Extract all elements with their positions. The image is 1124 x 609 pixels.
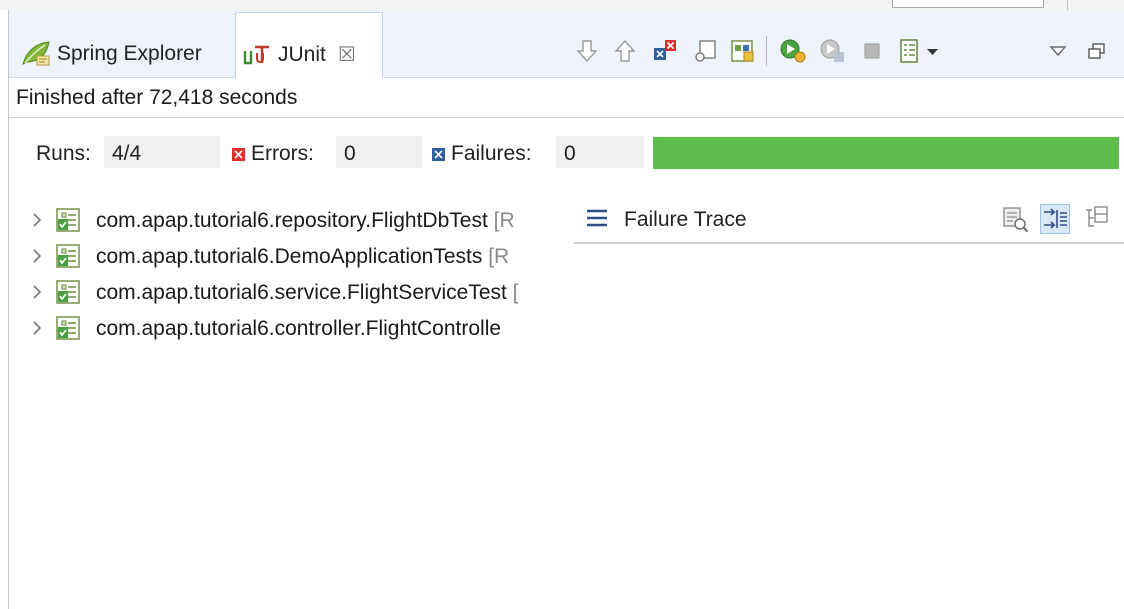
failures-label-text: Failures: (451, 142, 532, 165)
error-icon (232, 143, 245, 161)
chevron-right-icon[interactable] (30, 211, 44, 229)
stop-icon[interactable] (859, 38, 885, 64)
test-suite-icon (54, 279, 82, 305)
test-class-name: com.apap.tutorial6.service.FlightService… (96, 281, 519, 304)
test-class-name: com.apap.tutorial6.controller.FlightCont… (96, 317, 502, 340)
chevron-right-icon[interactable] (30, 283, 44, 301)
tree-item[interactable]: com.apap.tutorial6.repository.FlightDbTe… (0, 203, 574, 237)
maximize-icon[interactable] (1084, 38, 1110, 64)
filter-stack-trace-icon[interactable] (1040, 204, 1070, 234)
failure-trace-header: Failure Trace (574, 198, 1124, 244)
trace-divider (574, 242, 1124, 244)
chevron-right-icon[interactable] (30, 247, 44, 265)
failure-trace-title: Failure Trace (624, 208, 747, 231)
history-dropdown-icon[interactable] (924, 38, 950, 64)
view-menu-icon[interactable] (1045, 38, 1071, 64)
view-bottom (9, 603, 1124, 609)
stack-trace-icon (586, 208, 608, 228)
divider (9, 117, 1124, 118)
failures-label: Failures: (432, 142, 532, 166)
rerun-failures-first-icon[interactable] (819, 38, 845, 64)
errors-label-text: Errors: (251, 142, 314, 165)
test-counters: Runs: 4/4 Errors: 0 Failures: 0 (0, 136, 1124, 170)
scroll-lock-icon[interactable] (692, 38, 718, 64)
test-suite-icon (54, 315, 82, 341)
next-failure-icon[interactable] (574, 38, 600, 64)
previous-failure-icon[interactable] (612, 38, 638, 64)
tree-item[interactable]: com.apap.tutorial6.controller.FlightCont… (0, 311, 574, 345)
copy-trace-icon[interactable] (1082, 204, 1112, 234)
compare-results-icon[interactable] (1000, 204, 1030, 234)
quick-access-field[interactable] (892, 0, 1044, 8)
progress-bar (653, 136, 1119, 170)
errors-value: 0 (336, 136, 422, 168)
status-message: Finished after 72,418 seconds (16, 86, 298, 109)
test-suite-icon (54, 243, 82, 269)
test-tree: com.apap.tutorial6.repository.FlightDbTe… (0, 203, 574, 363)
test-class-name: com.apap.tutorial6.DemoApplicationTests … (96, 245, 510, 268)
rerun-test-icon[interactable] (779, 38, 806, 64)
show-failures-only-icon[interactable] (652, 38, 678, 64)
tree-item[interactable]: com.apap.tutorial6.service.FlightService… (0, 275, 574, 309)
runs-label: Runs: (36, 142, 91, 165)
errors-label: Errors: (232, 142, 314, 166)
test-run-history-icon[interactable] (897, 38, 923, 64)
toolbar-separator (766, 36, 767, 66)
tree-item[interactable]: com.apap.tutorial6.DemoApplicationTests … (0, 239, 574, 273)
failures-value: 0 (556, 136, 644, 168)
failure-icon (432, 143, 445, 161)
runs-value: 4/4 (104, 136, 220, 168)
progress-fill (653, 137, 1119, 169)
test-class-name: com.apap.tutorial6.repository.FlightDbTe… (96, 209, 515, 232)
junit-view: Spring Explorer JUnit ☒ Finished after 7… (0, 0, 1124, 609)
top-toolbar-remnant (0, 0, 1124, 30)
show-skipped-icon[interactable] (730, 38, 756, 64)
chevron-right-icon[interactable] (30, 319, 44, 337)
junit-toolbar (9, 10, 1124, 78)
test-suite-icon (54, 207, 82, 233)
view-tab-bar: Spring Explorer JUnit ☒ (9, 10, 1124, 78)
